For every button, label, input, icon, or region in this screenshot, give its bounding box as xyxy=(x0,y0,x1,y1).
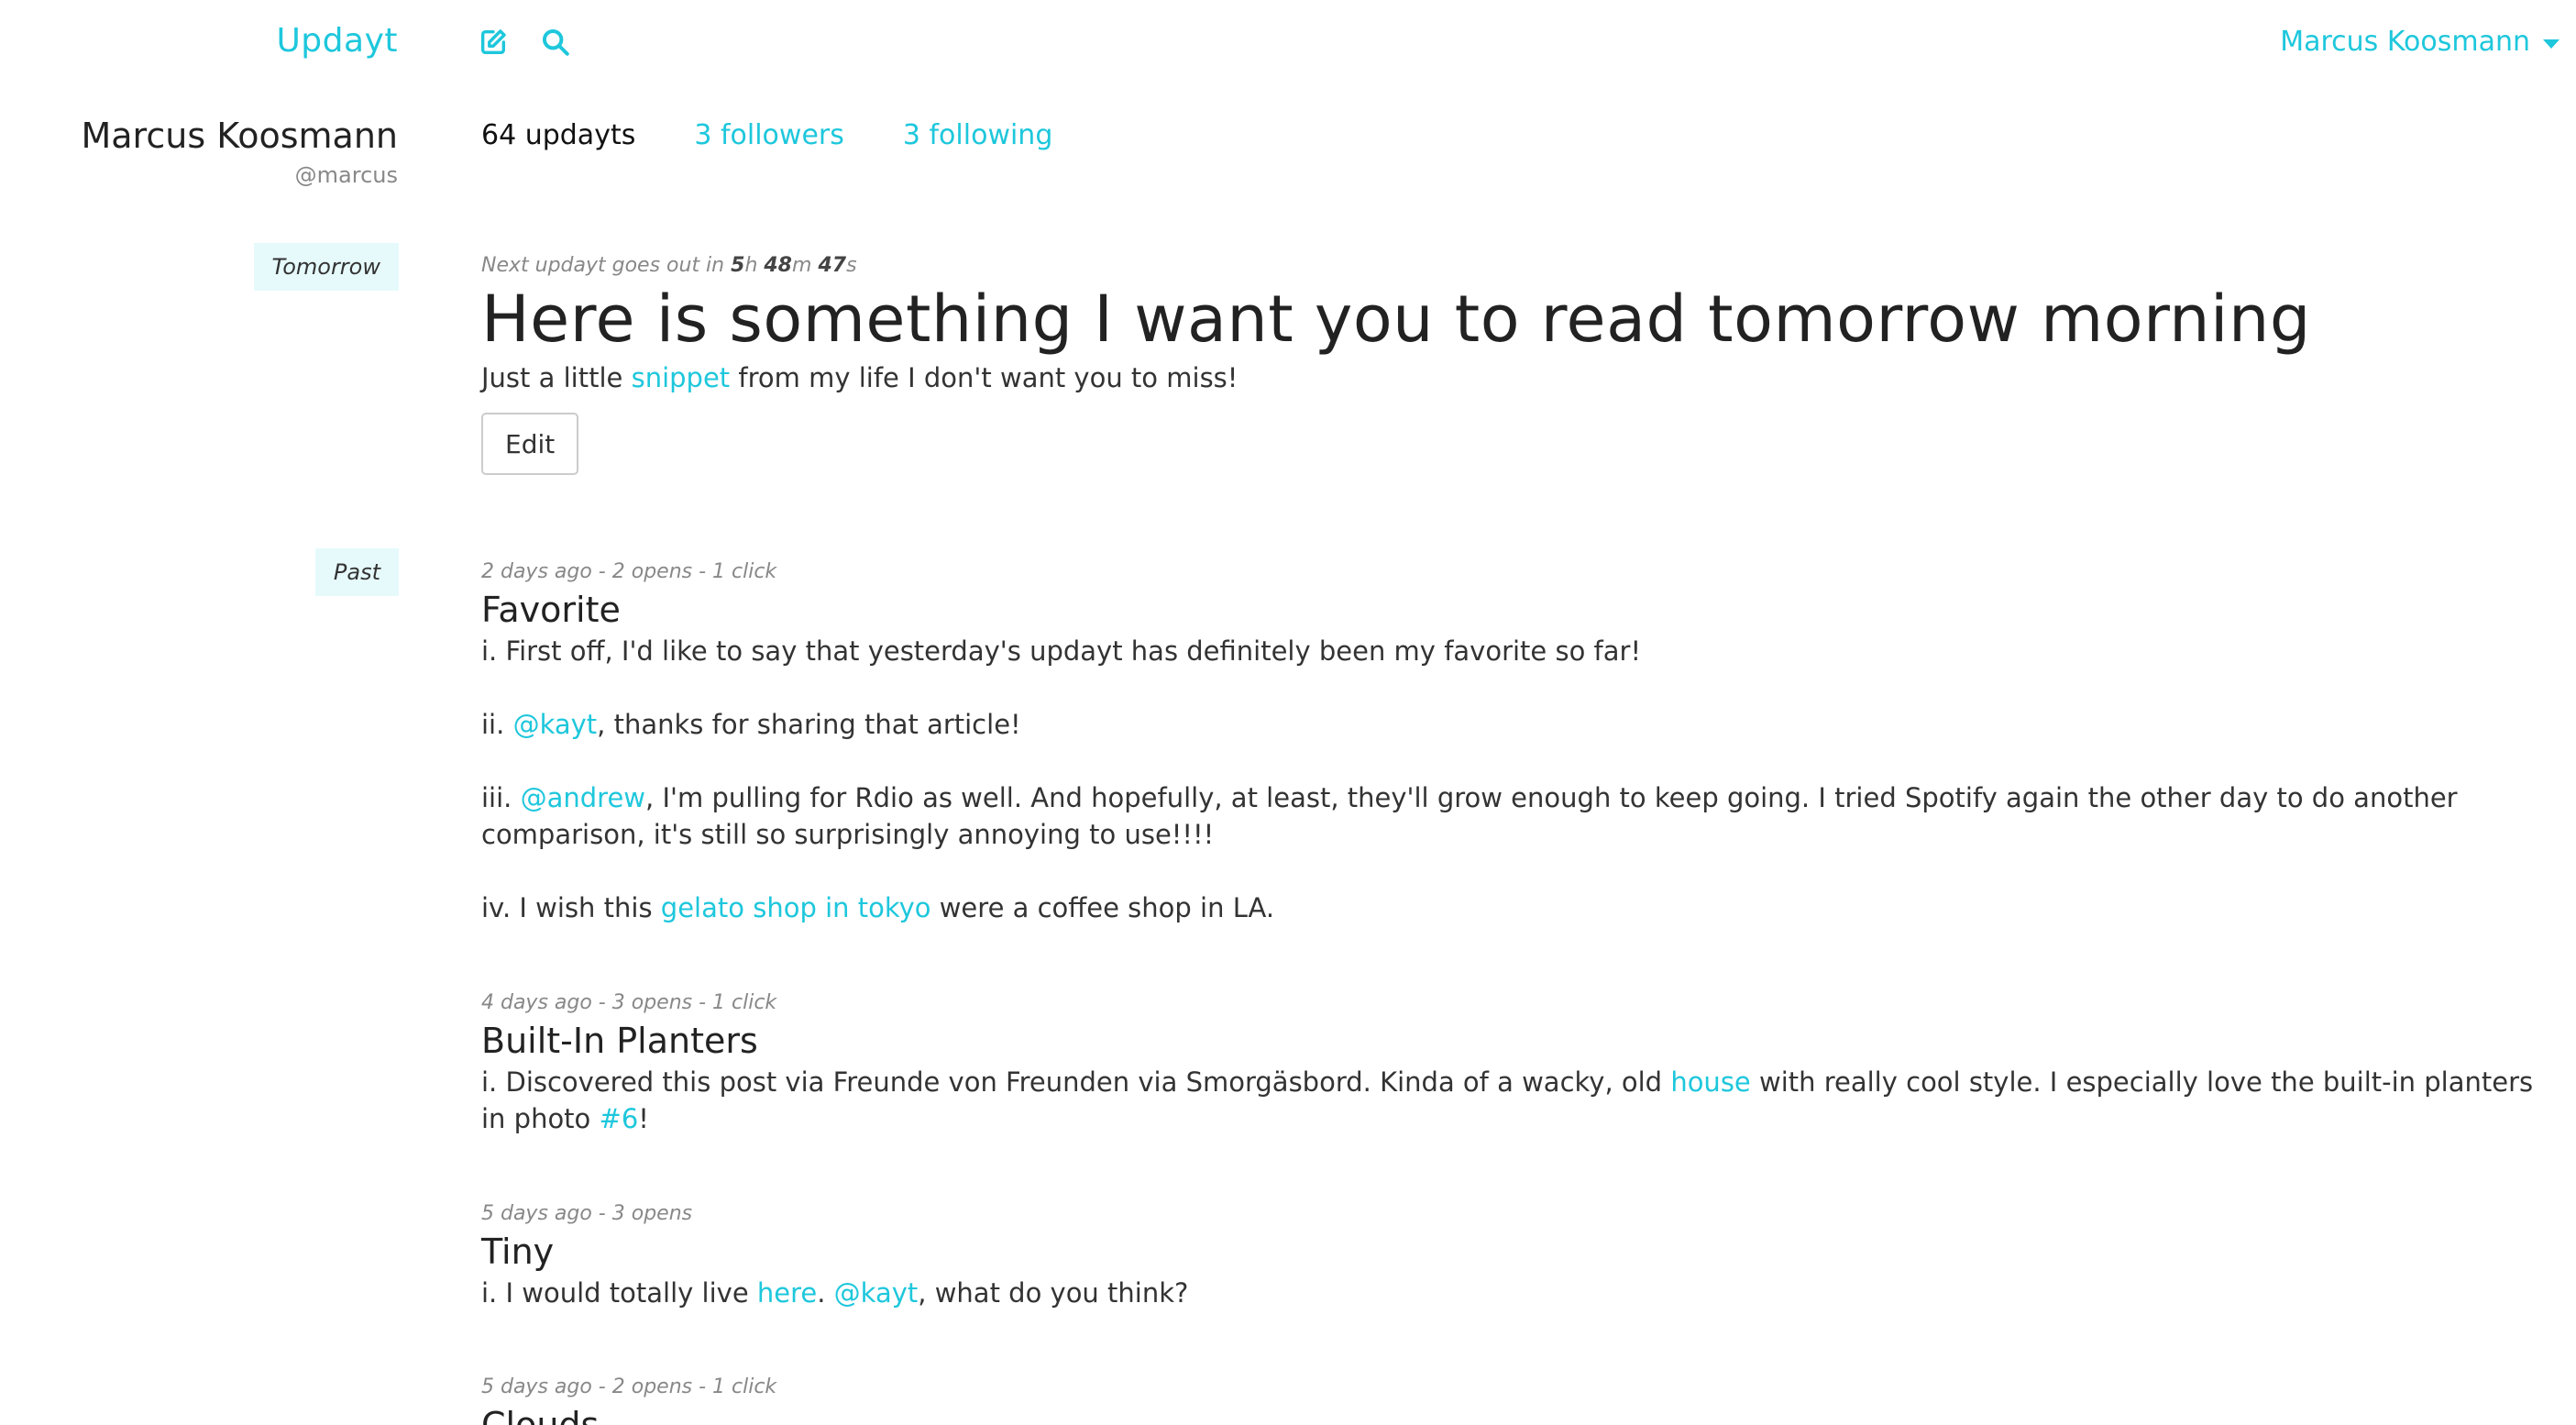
user-menu-dropdown[interactable]: Marcus Koosmann xyxy=(2280,26,2559,58)
top-bar: Updayt Marcus Koosmann xyxy=(0,0,2576,88)
post-favorite: 2 days ago - 2 opens - 1 click Favorite … xyxy=(481,558,2535,926)
post-text: ii. xyxy=(481,709,513,740)
countdown-prefix: Next updayt goes out in xyxy=(481,254,732,277)
countdown-seconds: 47 xyxy=(818,254,847,277)
upcoming-title: Here is something I want you to read tom… xyxy=(481,282,2311,357)
post-title[interactable]: Tiny xyxy=(481,1229,2535,1275)
gelato-shop-link[interactable]: gelato shop in tokyo xyxy=(661,892,931,923)
user-menu-label: Marcus Koosmann xyxy=(2280,26,2530,58)
photo-6-link[interactable]: #6 xyxy=(600,1103,639,1134)
post-built-in-planters: 4 days ago - 3 opens - 1 click Built-In … xyxy=(481,989,2535,1137)
post-text: i. I would totally live xyxy=(481,1277,757,1309)
upcoming-body-text: from my life I don't want you to miss! xyxy=(730,362,1238,393)
upcoming-updayt: Next updayt goes out in 5h 48m 47s Here … xyxy=(481,251,2535,475)
post-meta: 4 days ago - 3 opens - 1 click xyxy=(481,991,777,1014)
post-text: , thanks for sharing that article! xyxy=(597,709,1021,740)
post-meta: 5 days ago - 3 opens xyxy=(481,1202,693,1225)
caret-down-icon xyxy=(2543,39,2559,49)
section-tag-tomorrow: Tomorrow xyxy=(253,243,399,291)
countdown-minutes-unit: m xyxy=(792,254,819,277)
mention-kayt-link[interactable]: @kayt xyxy=(513,709,598,740)
profile-stats: 64 updayts 3 followers 3 following xyxy=(481,119,1111,151)
profile-header: Marcus Koosmann @marcus xyxy=(81,112,398,191)
post-text: ! xyxy=(638,1103,649,1134)
post-paragraph: iv. I wish this gelato shop in tokyo wer… xyxy=(481,889,2535,926)
post-title[interactable]: Clouds... xyxy=(481,1402,2535,1425)
brand-logo-link[interactable]: Updayt xyxy=(276,22,398,60)
countdown-hours-unit: h xyxy=(744,254,765,277)
post-paragraph: i. Discovered this post via Freunde von … xyxy=(481,1064,2535,1137)
search-icon[interactable] xyxy=(539,26,572,59)
post-text: , what do you think? xyxy=(918,1277,1189,1309)
post-paragraph: i. I would totally live here. @kayt, wha… xyxy=(481,1275,2535,1311)
profile-handle: @marcus xyxy=(294,162,398,188)
countdown: Next updayt goes out in 5h 48m 47s xyxy=(481,251,2535,281)
post-paragraph: ii. @kayt, thanks for sharing that artic… xyxy=(481,706,2535,743)
followers-link[interactable]: 3 followers xyxy=(694,119,844,151)
post-paragraph: iii. @andrew, I'm pulling for Rdio as we… xyxy=(481,779,2535,853)
post-clouds: 5 days ago - 2 opens - 1 click Clouds... xyxy=(481,1373,2535,1425)
post-text: were a coffee shop in LA. xyxy=(930,892,1275,923)
updayts-count: 64 updayts xyxy=(481,119,636,151)
snippet-link[interactable]: snippet xyxy=(632,362,731,393)
following-link[interactable]: 3 following xyxy=(903,119,1053,151)
profile-name: Marcus Koosmann xyxy=(81,116,398,156)
post-text: iii. xyxy=(481,782,521,813)
post-text: iv. I wish this xyxy=(481,892,661,923)
countdown-seconds-unit: s xyxy=(846,254,857,277)
mention-kayt-link[interactable]: @kayt xyxy=(834,1277,919,1309)
page: Updayt Marcus Koosmann Marcus Koosmann @… xyxy=(0,0,2576,1425)
post-title[interactable]: Favorite xyxy=(481,587,2535,633)
post-paragraph: i. First off, I'd like to say that yeste… xyxy=(481,635,1642,667)
post-title[interactable]: Built-In Planters xyxy=(481,1018,2535,1064)
section-tag-past: Past xyxy=(314,548,399,596)
countdown-hours: 5 xyxy=(731,254,745,277)
post-text: . xyxy=(817,1277,834,1309)
mention-andrew-link[interactable]: @andrew xyxy=(521,782,645,813)
upcoming-body-text: Just a little xyxy=(481,362,632,393)
countdown-minutes: 48 xyxy=(764,254,792,277)
post-text: i. Discovered this post via Freunde von … xyxy=(481,1066,1671,1098)
post-meta: 2 days ago - 2 opens - 1 click xyxy=(481,560,777,583)
post-text: , I'm pulling for Rdio as well. And hope… xyxy=(481,782,2458,850)
post-meta: 5 days ago - 2 opens - 1 click xyxy=(481,1375,777,1398)
here-link[interactable]: here xyxy=(757,1277,817,1309)
house-link[interactable]: house xyxy=(1670,1066,1750,1098)
edit-button[interactable]: Edit xyxy=(481,413,579,475)
upcoming-body: Just a little snippet from my life I don… xyxy=(481,358,2535,398)
compose-icon[interactable] xyxy=(477,26,510,59)
post-tiny: 5 days ago - 3 opens Tiny i. I would tot… xyxy=(481,1199,2535,1311)
